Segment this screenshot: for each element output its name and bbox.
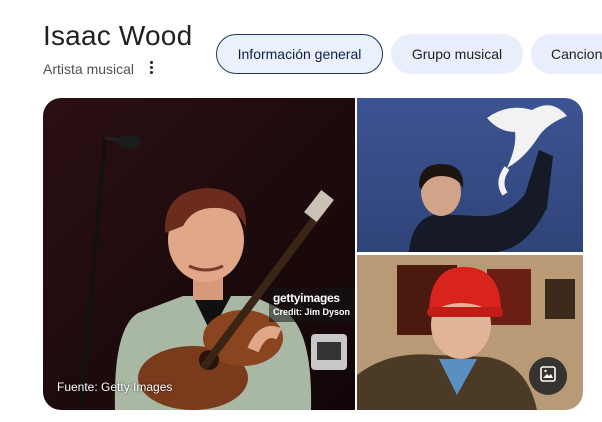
chip-label: Grupo musical: [411, 46, 503, 62]
view-images-button[interactable]: [529, 357, 567, 395]
image-icon: [539, 365, 557, 388]
main-photo[interactable]: gettyimages Credit: Jim Dyson Fuente: Ge…: [43, 98, 355, 410]
photo-with-bird[interactable]: [357, 98, 583, 252]
chip-label: Canciones: [551, 46, 602, 62]
more-vert-icon[interactable]: [146, 58, 156, 76]
chip-canciones[interactable]: Canciones: [531, 34, 602, 74]
chip-label: Información general: [237, 46, 362, 62]
knowledge-panel-title: Isaac Wood: [43, 20, 193, 51]
knowledge-panel-subtitle: Artista musical: [43, 61, 135, 77]
getty-logo: gettyimages: [273, 291, 340, 305]
chip-grupo-musical[interactable]: Grupo musical: [391, 34, 523, 74]
chip-informacion-general[interactable]: Información general: [216, 34, 383, 74]
photo-credit: Credit: Jim Dyson: [273, 307, 351, 317]
image-source: Fuente: Getty Images: [57, 380, 173, 394]
image-gallery: gettyimages Credit: Jim Dyson Fuente: Ge…: [43, 98, 583, 410]
getty-watermark: gettyimages Credit: Jim Dyson: [269, 288, 355, 322]
